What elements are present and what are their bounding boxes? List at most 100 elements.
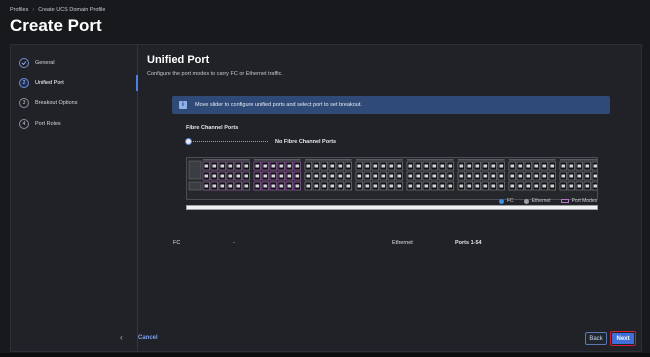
page-title: Create Port bbox=[10, 16, 102, 35]
port-led bbox=[271, 164, 276, 168]
port-led bbox=[499, 174, 504, 178]
port-led bbox=[228, 164, 233, 168]
port-led bbox=[408, 184, 413, 188]
port-led bbox=[432, 174, 437, 178]
port-led bbox=[577, 174, 582, 178]
summary-ethernet-label: Ethernet bbox=[392, 240, 413, 246]
port-led bbox=[585, 184, 590, 188]
summary-ethernet-value: Ports 1-54 bbox=[455, 240, 482, 246]
port-led bbox=[550, 164, 555, 168]
fc-ports-slider[interactable] bbox=[185, 138, 269, 146]
port-led bbox=[236, 174, 241, 178]
port-led bbox=[561, 164, 566, 168]
port-legend: FC Ethernet Port Modes bbox=[499, 198, 597, 204]
port-led bbox=[467, 164, 472, 168]
summary-fc-label: FC bbox=[173, 240, 181, 246]
port-led bbox=[459, 184, 464, 188]
port-led bbox=[346, 174, 351, 178]
port-led bbox=[365, 164, 370, 168]
slider-track[interactable] bbox=[188, 141, 268, 142]
port-led bbox=[306, 164, 311, 168]
legend-label: FC bbox=[507, 198, 514, 204]
port-led bbox=[389, 184, 394, 188]
port-led bbox=[448, 174, 453, 178]
port-led bbox=[212, 184, 217, 188]
step-unified-port[interactable]: 2 Unified Port bbox=[19, 76, 64, 90]
port-led bbox=[220, 184, 225, 188]
port-led bbox=[338, 174, 343, 178]
port-led bbox=[357, 174, 362, 178]
check-icon bbox=[19, 58, 29, 68]
port-led bbox=[440, 164, 445, 168]
port-led bbox=[585, 164, 590, 168]
breadcrumb-profiles[interactable]: Profiles bbox=[10, 7, 28, 13]
port-mode-box-icon bbox=[560, 199, 569, 203]
port-led bbox=[236, 184, 241, 188]
port-led bbox=[593, 174, 597, 178]
port-led bbox=[338, 184, 343, 188]
slider-handle[interactable] bbox=[185, 138, 192, 145]
port-led bbox=[526, 184, 531, 188]
port-led bbox=[542, 184, 547, 188]
port-led bbox=[577, 164, 582, 168]
port-led bbox=[228, 184, 233, 188]
port-led bbox=[416, 174, 421, 178]
breadcrumb: Profiles › Create UCS Domain Profile bbox=[10, 7, 105, 13]
port-led bbox=[448, 184, 453, 188]
breadcrumb-create-ucs-domain-profile[interactable]: Create UCS Domain Profile bbox=[38, 7, 105, 13]
wizard-steps: General 2 Unified Port 3 Breakout Option… bbox=[11, 45, 138, 351]
port-led bbox=[467, 184, 472, 188]
legend-label: Ethernet bbox=[531, 198, 551, 204]
port-led bbox=[306, 174, 311, 178]
summary-fc-value: - bbox=[233, 240, 235, 246]
next-button-label[interactable]: Next bbox=[612, 333, 634, 344]
port-led bbox=[255, 174, 260, 178]
group-label-bar bbox=[407, 159, 454, 161]
port-led bbox=[491, 184, 496, 188]
port-led bbox=[271, 174, 276, 178]
port-led bbox=[440, 174, 445, 178]
port-led bbox=[542, 174, 547, 178]
port-led bbox=[365, 184, 370, 188]
diagram-scrollbar[interactable] bbox=[186, 205, 598, 210]
window-bottom-edge bbox=[0, 353, 650, 357]
switch-port-diagram[interactable] bbox=[186, 157, 598, 200]
port-led bbox=[499, 184, 504, 188]
breadcrumb-separator: › bbox=[32, 7, 35, 13]
port-led bbox=[220, 164, 225, 168]
page-header: Profiles › Create UCS Domain Profile Cre… bbox=[0, 0, 650, 44]
port-led bbox=[534, 174, 539, 178]
port-led bbox=[314, 174, 319, 178]
port-led bbox=[381, 174, 386, 178]
back-button[interactable]: Back bbox=[585, 332, 607, 345]
active-step-indicator bbox=[136, 75, 138, 91]
port-led bbox=[389, 164, 394, 168]
switch-ports[interactable] bbox=[187, 158, 597, 199]
port-led bbox=[483, 184, 488, 188]
port-led bbox=[510, 164, 515, 168]
port-led bbox=[322, 184, 327, 188]
step-general[interactable]: General bbox=[19, 56, 55, 70]
port-led bbox=[322, 174, 327, 178]
port-led bbox=[295, 164, 300, 168]
step-number: 2 bbox=[19, 78, 29, 88]
port-led bbox=[381, 164, 386, 168]
cancel-button[interactable]: Cancel bbox=[138, 335, 158, 341]
port-led bbox=[204, 174, 209, 178]
step-label: General bbox=[35, 60, 55, 66]
step-port-roles[interactable]: 4 Port Roles bbox=[19, 117, 61, 131]
port-led bbox=[483, 174, 488, 178]
port-led bbox=[510, 184, 515, 188]
port-led bbox=[510, 174, 515, 178]
step-breakout-options[interactable]: 3 Breakout Options bbox=[19, 96, 78, 110]
port-led bbox=[263, 164, 268, 168]
port-led bbox=[287, 164, 292, 168]
port-led bbox=[306, 184, 311, 188]
next-button[interactable]: Next bbox=[610, 331, 636, 346]
chevron-left-icon[interactable]: ‹ bbox=[120, 333, 123, 342]
port-led bbox=[499, 164, 504, 168]
port-led bbox=[518, 174, 523, 178]
port-led bbox=[314, 164, 319, 168]
port-led bbox=[432, 184, 437, 188]
port-led bbox=[397, 174, 402, 178]
